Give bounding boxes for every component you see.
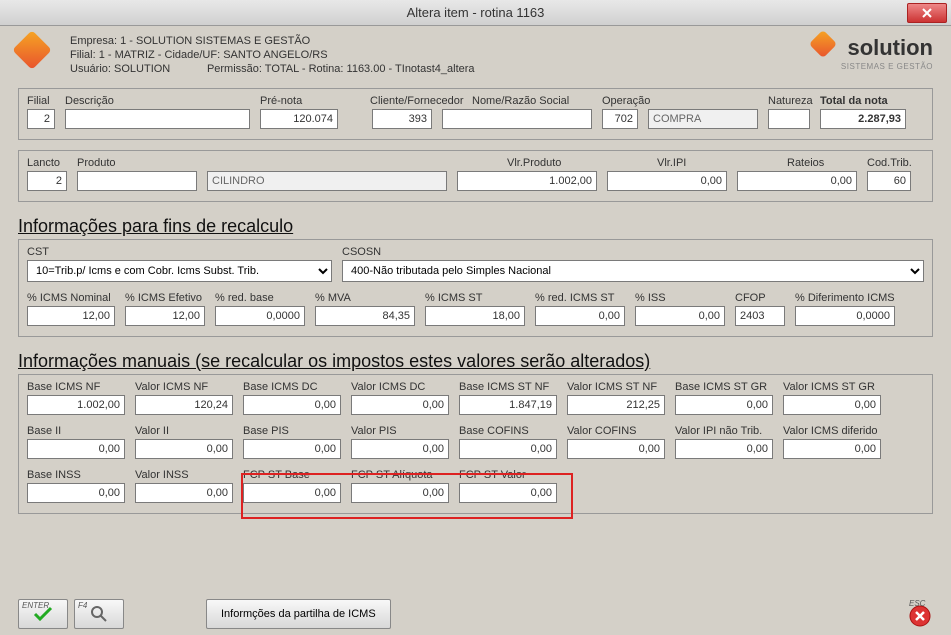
lancto-input[interactable] bbox=[27, 171, 67, 191]
filial-label: Filial bbox=[27, 95, 55, 107]
produto-desc-input bbox=[207, 171, 447, 191]
red-icms-st-input[interactable] bbox=[535, 306, 625, 326]
window-title: Altera item - rotina 1163 bbox=[407, 5, 545, 20]
brand-tagline: SISTEMAS E GESTÃO bbox=[813, 62, 933, 71]
base-inss-input[interactable] bbox=[27, 483, 125, 503]
cst-select[interactable]: 10=Trib.p/ Icms e com Cobr. Icms Subst. … bbox=[27, 260, 332, 282]
valor-icms-st-gr-input[interactable] bbox=[783, 395, 881, 415]
red-base-input[interactable] bbox=[215, 306, 305, 326]
search-icon bbox=[90, 605, 108, 623]
partilha-button[interactable]: Informções da partilha de ICMS bbox=[206, 599, 391, 629]
operacao-input[interactable] bbox=[602, 109, 638, 129]
logo-left-icon bbox=[18, 36, 54, 72]
dif-icms-input[interactable] bbox=[795, 306, 895, 326]
produto-label: Produto bbox=[77, 157, 197, 169]
vlr-ipi-input[interactable] bbox=[607, 171, 727, 191]
valor-ii-input[interactable] bbox=[135, 439, 233, 459]
valor-icms-dc-input[interactable] bbox=[351, 395, 449, 415]
enter-button[interactable]: ENTER bbox=[18, 599, 68, 629]
prenota-input[interactable] bbox=[260, 109, 338, 129]
prenota-label: Pré-nota bbox=[260, 95, 338, 107]
fcp-st-aliq-input[interactable] bbox=[351, 483, 449, 503]
total-label: Total da nota bbox=[820, 95, 906, 107]
descricao-input[interactable] bbox=[65, 109, 250, 129]
natureza-input[interactable] bbox=[768, 109, 810, 129]
base-cofins-input[interactable] bbox=[459, 439, 557, 459]
group-recalculo: CST 10=Trib.p/ Icms e com Cobr. Icms Sub… bbox=[18, 239, 933, 337]
f4-button[interactable]: F4 bbox=[74, 599, 124, 629]
rateios-label: Rateios bbox=[787, 157, 857, 169]
descricao-label: Descrição bbox=[65, 95, 250, 107]
close-button[interactable] bbox=[907, 3, 947, 23]
icms-efetivo-input[interactable] bbox=[125, 306, 205, 326]
valor-icms-diferido-input[interactable] bbox=[783, 439, 881, 459]
total-input bbox=[820, 109, 906, 129]
iss-input[interactable] bbox=[635, 306, 725, 326]
cfop-input[interactable] bbox=[735, 306, 785, 326]
valor-cofins-input[interactable] bbox=[567, 439, 665, 459]
base-ii-input[interactable] bbox=[27, 439, 125, 459]
header: Empresa: 1 - SOLUTION SISTEMAS E GESTÃO … bbox=[0, 26, 951, 78]
company-line-filial: Filial: 1 - MATRIZ - Cidade/UF: SANTO AN… bbox=[70, 48, 813, 62]
brand-logo: solution SISTEMAS E GESTÃO bbox=[813, 34, 933, 71]
group-header-2: Lancto Produto Vlr.Produto Vlr.IPI Ratei… bbox=[18, 150, 933, 202]
base-icms-nf-input[interactable] bbox=[27, 395, 125, 415]
vlr-produto-input[interactable] bbox=[457, 171, 597, 191]
csosn-select[interactable]: 400-Não tributada pelo Simples Nacional bbox=[342, 260, 924, 282]
mva-input[interactable] bbox=[315, 306, 415, 326]
valor-icms-nf-input[interactable] bbox=[135, 395, 233, 415]
valor-ipi-nao-trib-input[interactable] bbox=[675, 439, 773, 459]
base-icms-st-nf-input[interactable] bbox=[459, 395, 557, 415]
bottom-bar: ENTER F4 Informções da partilha de ICMS … bbox=[18, 599, 933, 629]
vlr-ipi-label: Vlr.IPI bbox=[657, 157, 727, 169]
base-icms-st-gr-input[interactable] bbox=[675, 395, 773, 415]
titlebar: Altera item - rotina 1163 bbox=[0, 0, 951, 26]
icms-st-input[interactable] bbox=[425, 306, 525, 326]
brand-icon bbox=[813, 34, 841, 62]
company-line-empresa: Empresa: 1 - SOLUTION SISTEMAS E GESTÃO bbox=[70, 34, 813, 48]
nome-input[interactable] bbox=[442, 109, 592, 129]
section-manual-title: Informações manuais (se recalcular os im… bbox=[18, 351, 933, 372]
rateios-input[interactable] bbox=[737, 171, 857, 191]
base-icms-dc-input[interactable] bbox=[243, 395, 341, 415]
icms-nominal-input[interactable] bbox=[27, 306, 115, 326]
produto-cod-input[interactable] bbox=[77, 171, 197, 191]
csosn-label: CSOSN bbox=[342, 246, 924, 258]
valor-pis-input[interactable] bbox=[351, 439, 449, 459]
nome-label: Nome/Razão Social bbox=[472, 95, 592, 107]
cod-trib-input[interactable] bbox=[867, 171, 911, 191]
cliente-label: Cliente/Fornecedor bbox=[370, 95, 432, 107]
fcp-st-valor-input[interactable] bbox=[459, 483, 557, 503]
lancto-label: Lancto bbox=[27, 157, 67, 169]
cliente-input[interactable] bbox=[372, 109, 432, 129]
operacao-nome-input bbox=[648, 109, 758, 129]
valor-icms-st-nf-input[interactable] bbox=[567, 395, 665, 415]
natureza-label: Natureza bbox=[768, 95, 810, 107]
filial-input[interactable] bbox=[27, 109, 55, 129]
operacao-label: Operação bbox=[602, 95, 638, 107]
cod-trib-label: Cod.Trib. bbox=[867, 157, 911, 169]
section-recalculo-title: Informações para fins de recalculo bbox=[18, 216, 933, 237]
company-info: Empresa: 1 - SOLUTION SISTEMAS E GESTÃO … bbox=[70, 34, 813, 76]
group-manual: Base ICMS NF Valor ICMS NF Base ICMS DC … bbox=[18, 374, 933, 514]
base-pis-input[interactable] bbox=[243, 439, 341, 459]
group-header-1: Filial Descrição Pré-nota Cliente/Fornec… bbox=[18, 88, 933, 140]
valor-inss-input[interactable] bbox=[135, 483, 233, 503]
company-line-user: Usuário: SOLUTION Permissão: TOTAL - Rot… bbox=[70, 62, 813, 76]
cst-label: CST bbox=[27, 246, 332, 258]
fcp-st-base-input[interactable] bbox=[243, 483, 341, 503]
vlr-produto-label: Vlr.Produto bbox=[507, 157, 597, 169]
esc-button[interactable]: ESC bbox=[907, 601, 933, 627]
